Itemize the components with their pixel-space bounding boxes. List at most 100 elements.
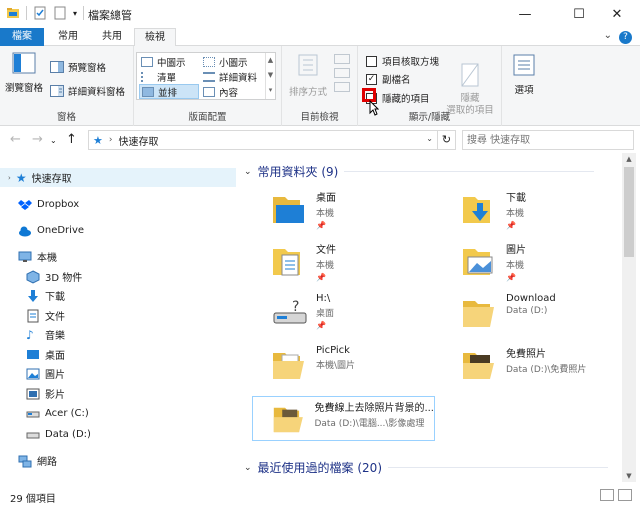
expand-icon[interactable]: › (8, 174, 11, 182)
drive-icon (26, 411, 40, 417)
item-checkboxes-option[interactable]: 項目核取方塊 (366, 54, 439, 68)
sidebar-item-onedrive[interactable]: OneDrive (0, 221, 84, 240)
recent-locations-button[interactable]: ⌄ (50, 136, 57, 145)
scroll-down-icon[interactable]: ▼ (622, 472, 636, 480)
sidebar-item-downloads[interactable]: 下載 (0, 286, 65, 305)
preview-pane-icon (50, 60, 64, 73)
layout-content[interactable]: 內容 (201, 84, 265, 99)
tile-name: 免費照片 (506, 349, 546, 360)
tile-downloads[interactable]: 下載 本機 📌 (460, 189, 526, 230)
tile-name: 文件 (316, 245, 336, 256)
frequent-folders-header[interactable]: ⌄ 常用資料夾 (9) (244, 163, 595, 180)
address-bar[interactable]: ★ › 快速存取 ⌄ ↻ (88, 130, 456, 150)
cube-icon (26, 269, 40, 284)
nav-pane-button[interactable]: 瀏覽窗格 (4, 52, 44, 94)
sort-by-button[interactable]: 排序方式 (286, 52, 330, 98)
pin-icon: 📌 (506, 221, 516, 230)
sidebar-item-network[interactable]: 網路 (0, 451, 57, 470)
tile-free-photos[interactable]: 免費照片 Data (D:)\免費照片 (460, 345, 586, 385)
cloud-icon (19, 226, 31, 236)
breadcrumb[interactable]: 快速存取 (118, 133, 158, 148)
tile-download-folder[interactable]: Download Data (D:) (460, 293, 556, 333)
search-box[interactable] (462, 130, 634, 150)
vertical-scrollbar[interactable]: ▲ ▼ (622, 153, 636, 482)
properties-icon[interactable] (33, 6, 47, 20)
tab-share[interactable]: 共用 (92, 28, 132, 46)
music-icon: ♪ (26, 327, 34, 342)
forward-button[interactable]: → (32, 132, 43, 147)
add-columns-icon[interactable] (334, 68, 350, 78)
minimize-button[interactable]: — (502, 0, 548, 28)
refresh-button[interactable]: ↻ (437, 131, 455, 149)
layout-small-icons-label: 小圖示 (219, 57, 248, 69)
layout-list[interactable]: 清單 (139, 69, 199, 84)
options-button[interactable]: 選項 (506, 54, 542, 96)
sidebar-item-label: 影片 (45, 390, 65, 401)
preview-pane-button[interactable]: 預覽窗格 (50, 59, 106, 74)
back-button[interactable]: ← (10, 132, 21, 147)
scroll-up-icon[interactable]: ▲ (622, 155, 636, 163)
layout-gallery-scroll[interactable]: ▲ ▼ ▾ (265, 53, 275, 99)
layout-details[interactable]: 詳細資料 (201, 69, 265, 84)
sidebar-item-pictures[interactable]: 圖片 (0, 364, 65, 383)
item-checkboxes-checkbox[interactable] (366, 55, 377, 67)
collapse-ribbon-icon[interactable]: ⌄ (604, 30, 612, 41)
sidebar-item-music[interactable]: ♪ 音樂 (0, 325, 65, 344)
close-button[interactable]: ✕ (594, 0, 640, 28)
recent-files-header[interactable]: ⌄ 最近使用過的檔案 (20) (244, 459, 608, 476)
layout-medium-icons-label: 中圖示 (157, 57, 186, 69)
tab-view[interactable]: 檢視 (134, 28, 176, 47)
sidebar-item-this-pc[interactable]: 本機 (0, 247, 57, 266)
nav-pane-label: 瀏覽窗格 (4, 83, 43, 94)
breadcrumb-separator-icon[interactable]: › (109, 135, 113, 145)
sidebar-item-label: Dropbox (37, 199, 80, 210)
folder-downloads-icon (463, 197, 490, 223)
sidebar-item-desktop[interactable]: 桌面 (0, 345, 65, 364)
scrollbar-thumb[interactable] (624, 167, 634, 257)
folder-documents-icon (273, 249, 300, 276)
sidebar-item-label: 網路 (37, 457, 57, 468)
layout-list-label: 清單 (157, 72, 177, 84)
sidebar-item-drive-d[interactable]: Data (D:) (0, 425, 91, 444)
new-folder-icon[interactable] (53, 6, 67, 20)
address-dropdown-icon[interactable]: ⌄ (426, 134, 433, 143)
tab-home[interactable]: 常用 (48, 28, 88, 46)
file-extensions-checkbox[interactable]: ✓ (366, 73, 377, 85)
up-button[interactable]: ↑ (66, 132, 77, 147)
collapse-icon[interactable]: ⌄ (244, 463, 252, 473)
layout-medium-icons[interactable]: 中圖示 (139, 54, 199, 69)
tile-h-drive[interactable]: ? H:\ 桌面 📌 (270, 293, 334, 333)
tile-pictures[interactable]: 圖片 本機 📌 (460, 241, 526, 282)
customize-qat-icon[interactable]: ▾ (73, 9, 77, 18)
dropbox-icon (18, 199, 32, 210)
layout-tiles[interactable]: 並排 (139, 84, 199, 99)
sidebar-item-drive-c[interactable]: Acer (C:) (0, 404, 89, 423)
tile-location: 本機\圖片 (316, 361, 356, 371)
collapse-icon[interactable]: ⌄ (244, 167, 252, 177)
sidebar-item-3d-objects[interactable]: 3D 物件 (0, 267, 82, 286)
group-by-icon[interactable] (334, 54, 350, 64)
sidebar-item-videos[interactable]: 影片 (0, 384, 65, 403)
tile-location: 本機 (506, 261, 525, 271)
details-view-icon[interactable] (600, 489, 614, 501)
large-icons-view-icon[interactable] (618, 489, 632, 501)
panes-group-label: 窗格 (56, 112, 76, 123)
size-columns-icon[interactable] (334, 82, 350, 92)
tile-desktop[interactable]: 桌面 本機 📌 (270, 189, 336, 230)
sidebar-item-dropbox[interactable]: Dropbox (0, 195, 79, 214)
help-icon[interactable]: ? (619, 31, 632, 44)
tile-name: H:\ (316, 293, 331, 304)
tile-picpick[interactable]: PicPick 本機\圖片 (270, 345, 355, 385)
tile-remove-bg[interactable]: 免費線上去除照片背景的... Data (D:)\電腦...\影像處理 (252, 396, 435, 441)
sidebar-item-quick-access[interactable]: › ★ 快速存取 (0, 168, 236, 187)
tile-location: Data (D:)\電腦...\影像處理 (314, 419, 425, 429)
layout-small-icons[interactable]: 小圖示 (201, 54, 265, 69)
sidebar-item-label: 下載 (45, 292, 65, 303)
search-input[interactable] (467, 133, 627, 147)
sidebar-item-documents[interactable]: 文件 (0, 306, 65, 325)
tab-file[interactable]: 檔案 (0, 28, 44, 46)
details-pane-button[interactable]: 詳細資料窗格 (50, 83, 125, 98)
tile-documents[interactable]: 文件 本機 📌 (270, 241, 336, 282)
file-extensions-option[interactable]: ✓ 副檔名 (366, 72, 411, 86)
tiles-icon (142, 86, 154, 97)
